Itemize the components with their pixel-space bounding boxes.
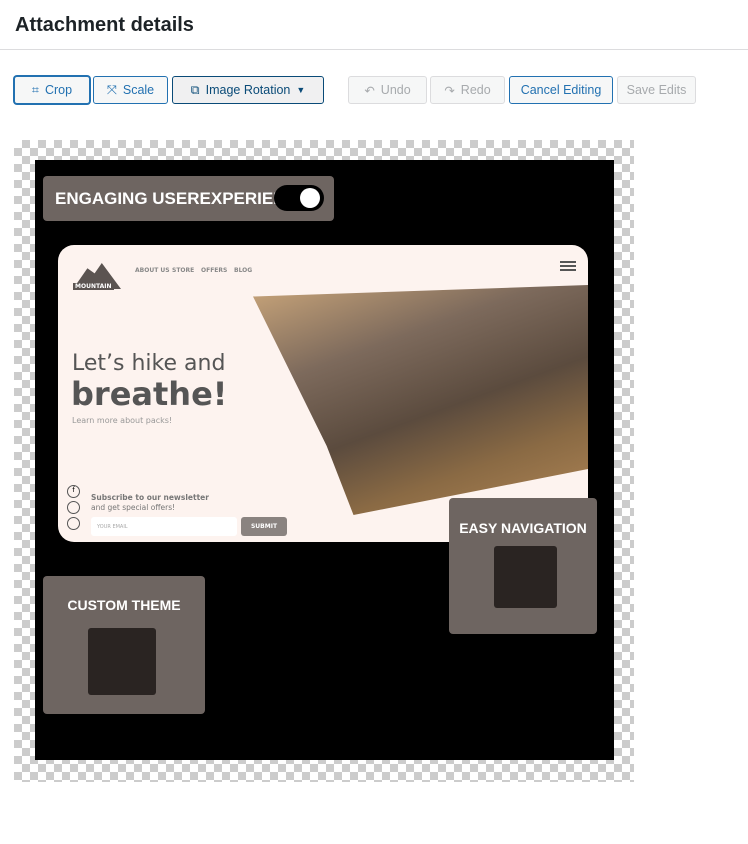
twitter-icon xyxy=(67,501,80,514)
scale-button[interactable]: ⤧ Scale xyxy=(93,76,168,104)
header: Attachment details xyxy=(0,0,748,50)
undo-icon: ↶ xyxy=(364,83,375,98)
redo-button[interactable]: ↷ Redo xyxy=(430,76,505,104)
undo-button[interactable]: ↶ Undo xyxy=(348,76,427,104)
badge-easy-navigation: EASY NAVIGATION xyxy=(449,498,597,634)
badge-custom-theme: CUSTOM THEME xyxy=(43,576,205,714)
redo-icon: ↷ xyxy=(444,83,455,98)
hamburger-icon xyxy=(560,261,576,271)
facebook-icon: f xyxy=(67,485,80,498)
crop-icon: ⌗ xyxy=(31,82,39,97)
cancel-editing-button[interactable]: Cancel Editing xyxy=(509,76,613,104)
toggle-graphic xyxy=(274,185,324,211)
hiker-photo xyxy=(253,285,588,515)
badge-engaging-ux: ENGAGING USEREXPERIENCE xyxy=(43,176,334,221)
rotate-icon: ⧉ xyxy=(190,82,200,97)
page-title: Attachment details xyxy=(15,14,194,36)
crop-button[interactable]: ⌗ Crop xyxy=(14,76,90,104)
social-icons: f xyxy=(67,485,80,533)
save-edits-button[interactable]: Save Edits xyxy=(617,76,696,104)
scale-icon: ⤧ xyxy=(106,82,117,97)
caret-down-icon: ▼ xyxy=(296,85,306,95)
edited-image: ENGAGING USEREXPERIENCE MOUNTAIN ABOUT U… xyxy=(35,160,614,760)
instagram-icon xyxy=(67,517,80,530)
browser-layout-icon xyxy=(494,546,557,608)
theme-code-icon xyxy=(88,628,156,695)
image-rotation-button[interactable]: ⧉ Image Rotation ▼ xyxy=(172,76,324,104)
